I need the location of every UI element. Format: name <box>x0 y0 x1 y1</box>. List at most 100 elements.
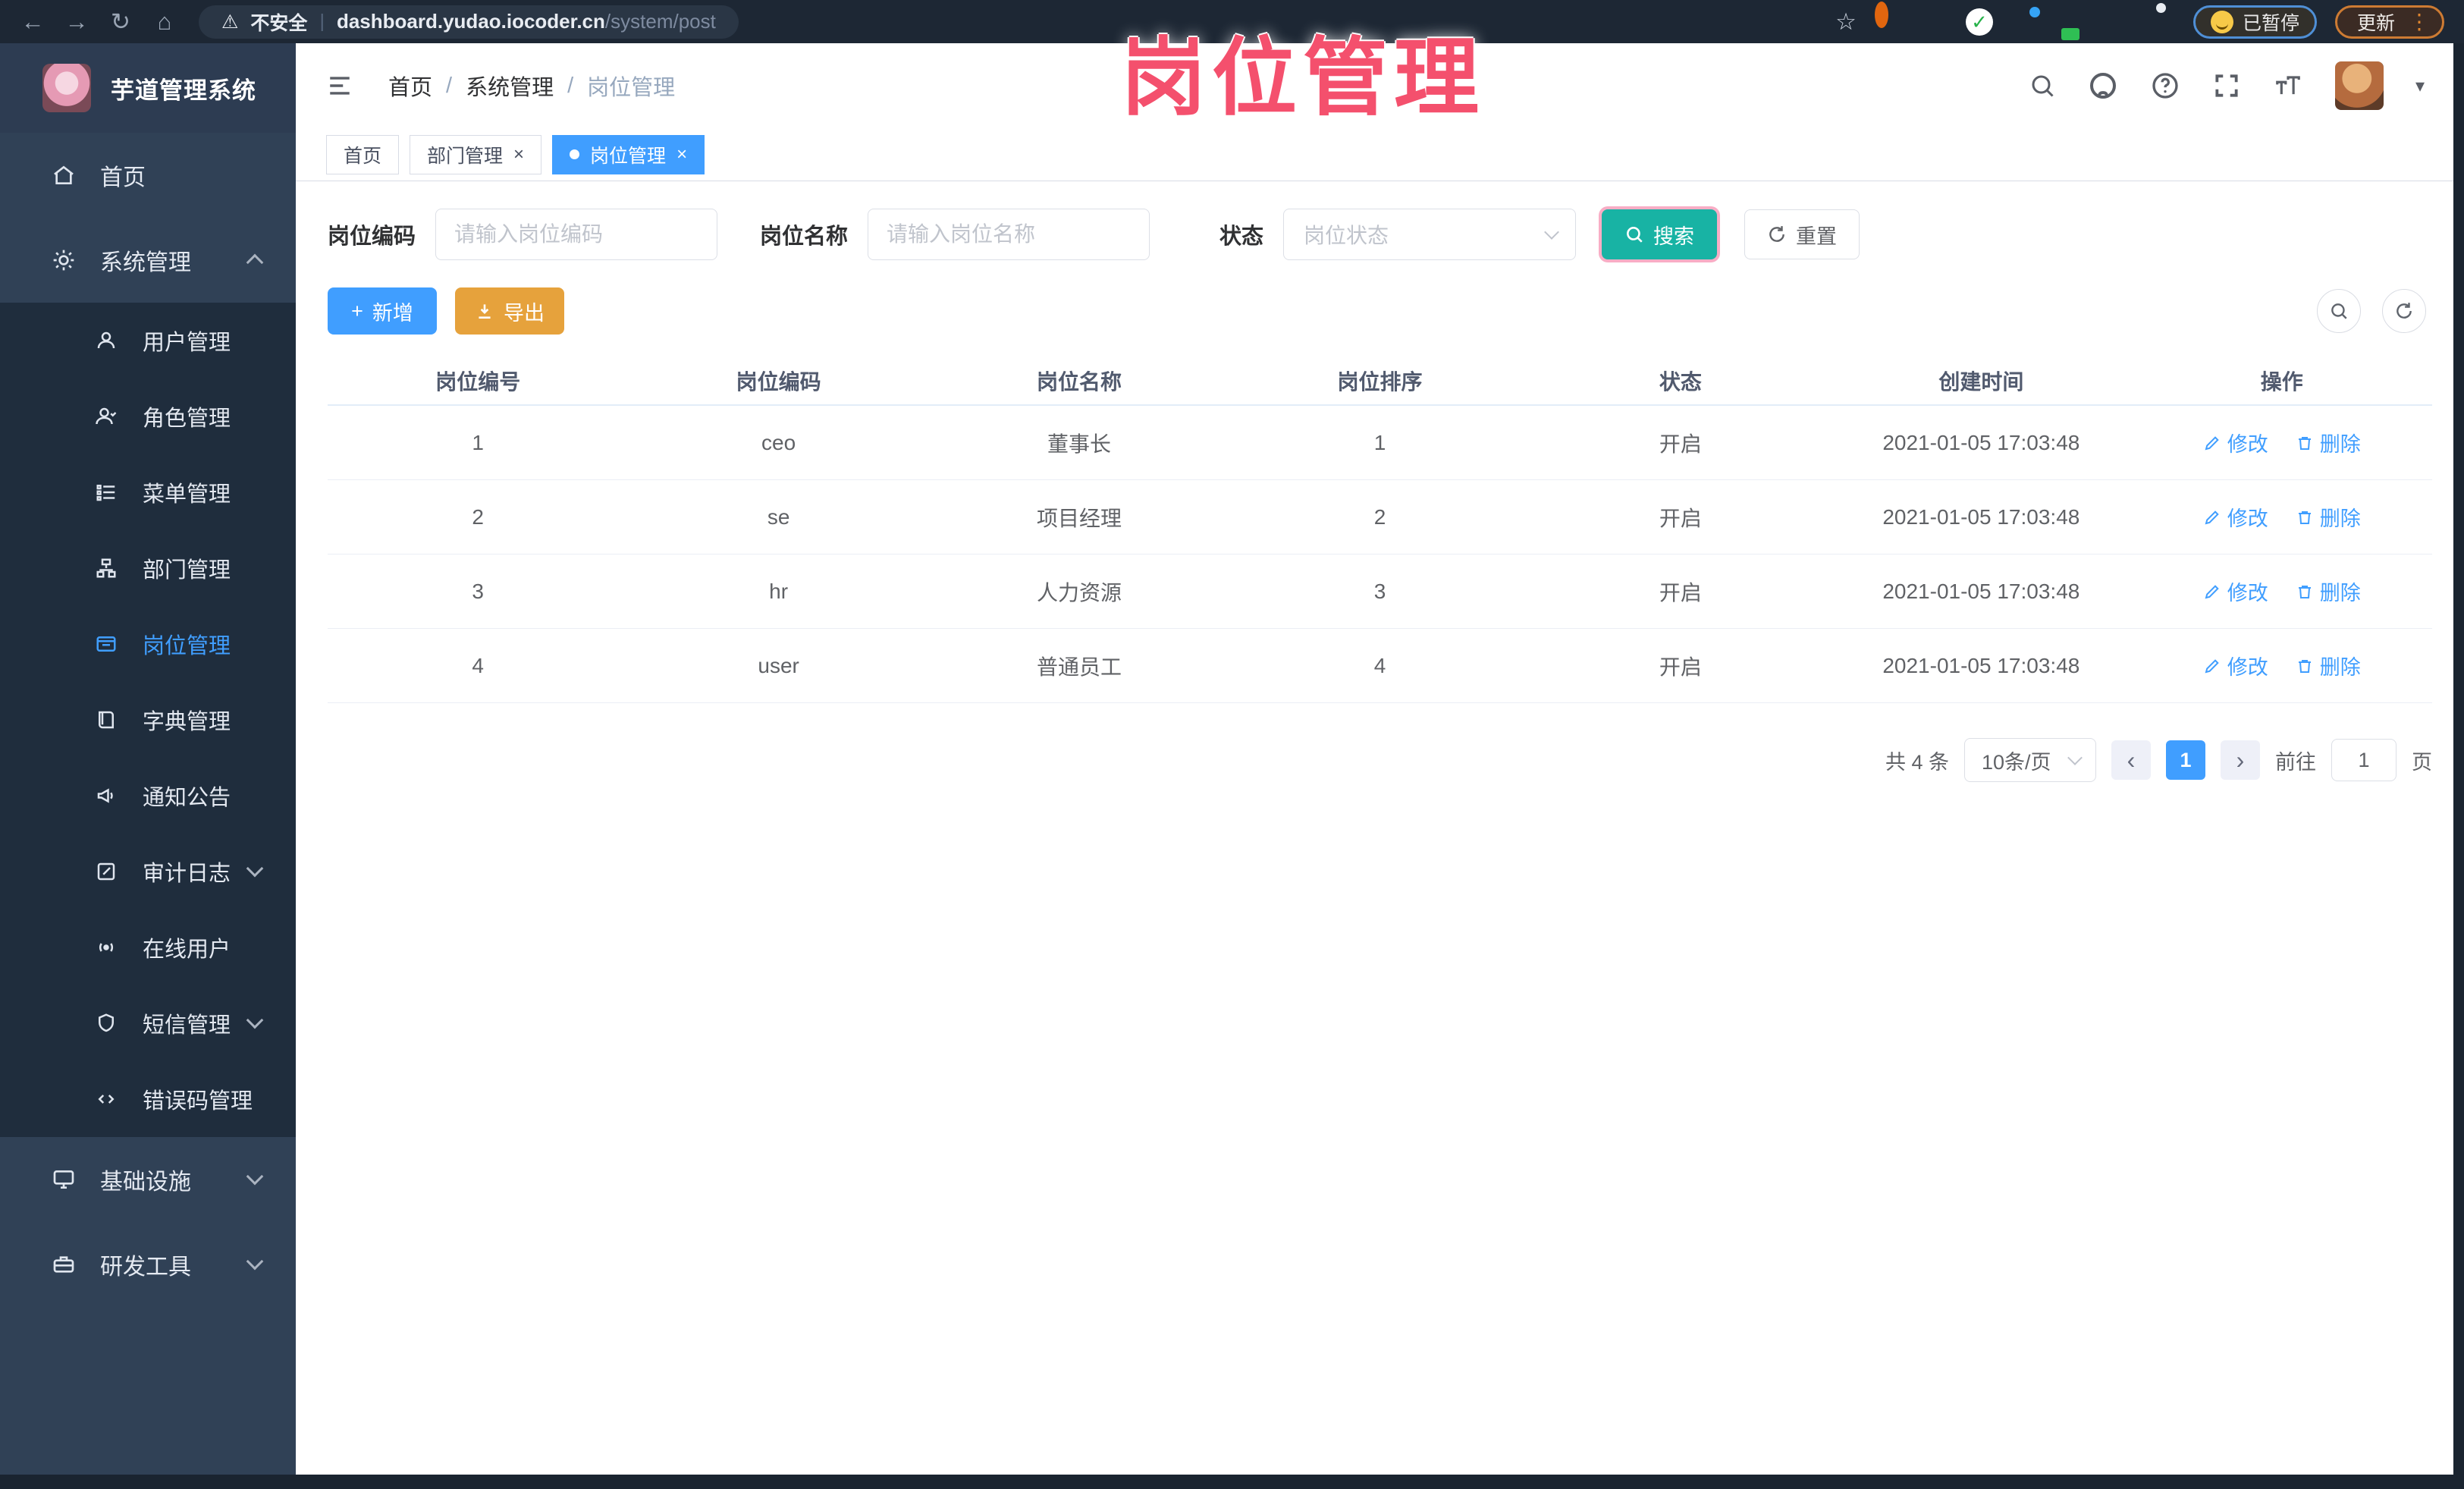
dictionary-icon <box>89 708 123 731</box>
table-row: 3 hr 人力资源 3 开启 2021-01-05 17:03:48 修改 删除 <box>328 554 2432 629</box>
extension-sprout-icon[interactable] <box>2102 8 2130 36</box>
profile-paused-pill[interactable]: 已暂停 <box>2192 5 2317 39</box>
breadcrumb-home[interactable]: 首页 <box>388 70 432 102</box>
address-bar[interactable]: ⚠ 不安全 | dashboard.yudao.iocoder.cn/syste… <box>199 5 739 39</box>
sidebar-item-roles[interactable]: 角色管理 <box>0 379 296 454</box>
sidebar-item-sms[interactable]: 短信管理 <box>0 985 296 1061</box>
reset-button[interactable]: 重置 <box>1744 209 1860 259</box>
table-row: 2 se 项目经理 2 开启 2021-01-05 17:03:48 修改 删除 <box>328 480 2432 554</box>
org-tree-icon <box>89 557 123 580</box>
sidebar-item-users[interactable]: 用户管理 <box>0 303 296 379</box>
prev-page-button[interactable]: ‹ <box>2111 740 2151 780</box>
app-logo-row: 芋道管理系统 <box>0 43 296 133</box>
tab-posts[interactable]: 岗位管理 × <box>552 134 705 174</box>
chevron-down-icon <box>1544 225 1559 240</box>
delete-link[interactable]: 删除 <box>2296 428 2361 457</box>
chevron-down-icon <box>246 859 264 878</box>
sidebar-item-online-users[interactable]: 在线用户 <box>0 909 296 985</box>
user-icon <box>89 329 123 352</box>
sidebar-item-error-codes[interactable]: 错误码管理 <box>0 1061 296 1137</box>
plus-icon: + <box>351 299 363 322</box>
sidebar-item-menus[interactable]: 菜单管理 <box>0 454 296 530</box>
sidebar-item-audit-log[interactable]: 审计日志 <box>0 834 296 909</box>
chevron-down-icon <box>246 1011 264 1029</box>
table-toolbar: + 新增 导出 <box>328 287 2432 335</box>
search-icon[interactable] <box>2029 72 2056 99</box>
next-page-button[interactable]: › <box>2221 740 2260 780</box>
edit-link[interactable]: 修改 <box>2203 651 2268 680</box>
filter-form: 岗位编码 岗位名称 状态 岗位状态 搜索 重置 <box>328 209 2432 260</box>
goto-page-input[interactable] <box>2331 739 2397 781</box>
table-settings <box>2317 289 2432 333</box>
extension-check-icon[interactable]: ✓ <box>1965 8 1993 36</box>
sidebar-item-posts[interactable]: 岗位管理 <box>0 606 296 682</box>
page-size-select[interactable]: 10条/页 <box>1964 738 2096 782</box>
toggle-search-button[interactable] <box>2317 289 2361 333</box>
active-dot <box>570 149 580 159</box>
post-code-input[interactable] <box>435 209 718 260</box>
user-avatar[interactable] <box>2334 61 2384 110</box>
browser-menu-icon[interactable]: ⋮ <box>2409 9 2430 34</box>
extension-dark-icon[interactable] <box>2057 8 2084 36</box>
breadcrumb-system[interactable]: 系统管理 <box>466 70 554 102</box>
sidebar-item-dict[interactable]: 字典管理 <box>0 682 296 758</box>
browser-home-icon[interactable]: ⌂ <box>143 8 187 36</box>
add-button[interactable]: + 新增 <box>328 287 437 335</box>
delete-link[interactable]: 删除 <box>2296 651 2361 680</box>
table-row: 1 ceo 董事长 1 开启 2021-01-05 17:03:48 修改 删除 <box>328 406 2432 480</box>
browser-forward-icon[interactable]: → <box>55 8 99 36</box>
browser-reload-icon[interactable]: ↻ <box>99 8 143 36</box>
not-secure-label[interactable]: 不安全 <box>250 8 307 36</box>
edit-link[interactable]: 修改 <box>2203 576 2268 606</box>
help-icon[interactable] <box>2150 71 2180 101</box>
content-area: 岗位编码 岗位名称 状态 岗位状态 搜索 重置 + 新增 <box>296 181 2453 782</box>
status-value: 开启 <box>1659 655 1702 679</box>
main-panel: 首页 / 系统管理 / 岗位管理 ▾ 首页 部门管理 × 岗位管理 × 岗位编码… <box>296 43 2453 1475</box>
font-size-icon[interactable] <box>2273 71 2303 100</box>
caret-down-icon[interactable]: ▾ <box>2415 75 2425 97</box>
sidebar-item-dev-tools[interactable]: 研发工具 <box>0 1222 296 1307</box>
not-secure-warning-icon: ⚠ <box>221 11 239 33</box>
post-name-input[interactable] <box>868 209 1150 260</box>
pagination: 共 4 条 10条/页 ‹ 1 › 前往 页 <box>328 738 2432 782</box>
status-value: 开启 <box>1659 432 1702 456</box>
refresh-button[interactable] <box>2382 289 2426 333</box>
close-icon[interactable]: × <box>513 145 524 164</box>
sidebar-item-infrastructure[interactable]: 基础设施 <box>0 1137 296 1222</box>
sidebar-item-departments[interactable]: 部门管理 <box>0 530 296 606</box>
extension-grid-icon[interactable] <box>2011 8 2039 36</box>
system-submenu: 用户管理 角色管理 菜单管理 部门管理 岗位管理 字典管理 通知公告 审计日志 … <box>0 303 296 1137</box>
status-value: 开启 <box>1659 580 1702 605</box>
bookmark-star-icon[interactable]: ☆ <box>1835 8 1857 36</box>
table-header-row: 岗位编号 岗位编码 岗位名称 岗位排序 状态 创建时间 操作 <box>328 357 2432 406</box>
extension-orange-icon[interactable] <box>1874 1 1902 36</box>
menu-list-icon <box>89 481 123 504</box>
breadcrumb: 首页 / 系统管理 / 岗位管理 <box>388 70 675 102</box>
close-icon[interactable]: × <box>676 145 687 164</box>
breadcrumb-current: 岗位管理 <box>587 76 676 100</box>
edit-link[interactable]: 修改 <box>2203 502 2268 532</box>
edit-link[interactable]: 修改 <box>2203 428 2268 457</box>
tab-home[interactable]: 首页 <box>326 134 400 174</box>
status-select[interactable]: 岗位状态 <box>1283 209 1577 260</box>
delete-link[interactable]: 删除 <box>2296 576 2361 606</box>
search-button[interactable]: 搜索 <box>1602 209 1718 259</box>
app-logo <box>42 64 91 112</box>
sidebar-item-system[interactable]: 系统管理 <box>0 218 296 303</box>
github-icon[interactable] <box>2088 71 2118 101</box>
browser-update-button[interactable]: 更新 ⋮ <box>2334 5 2444 39</box>
hamburger-icon[interactable] <box>325 73 355 99</box>
extensions-puzzle-icon[interactable] <box>2148 8 2175 36</box>
browser-back-icon[interactable]: ← <box>11 8 55 36</box>
post-code-label: 岗位编码 <box>328 225 416 249</box>
fullscreen-icon[interactable] <box>2212 71 2241 100</box>
tab-departments[interactable]: 部门管理 × <box>410 134 542 174</box>
page-1-button[interactable]: 1 <box>2166 740 2205 780</box>
sidebar: 芋道管理系统 首页 系统管理 用户管理 角色管理 菜单管理 部门管理 岗位管理 … <box>0 43 296 1475</box>
extension-pin-icon[interactable] <box>1920 8 1948 36</box>
delete-link[interactable]: 删除 <box>2296 502 2361 532</box>
export-button[interactable]: 导出 <box>455 287 564 335</box>
sidebar-item-home[interactable]: 首页 <box>0 133 296 218</box>
sidebar-item-notices[interactable]: 通知公告 <box>0 758 296 834</box>
emoji-avatar-icon <box>2210 10 2233 33</box>
